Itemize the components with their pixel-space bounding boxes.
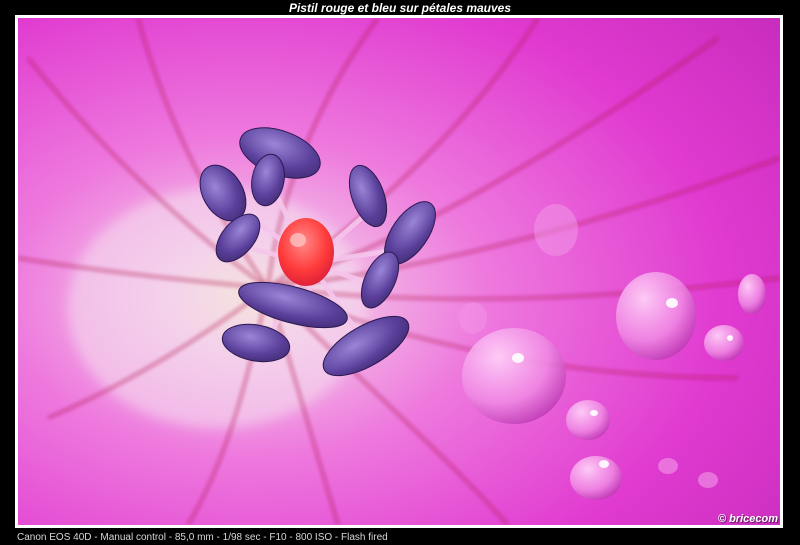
page-frame: Pistil rouge et bleu sur pétales mauves [0,0,800,545]
pistil [278,218,334,286]
exif-caption: Canon EOS 40D - Manual control - 85,0 mm… [17,532,388,543]
photo-title: Pistil rouge et bleu sur pétales mauves [288,1,512,15]
flower-macro-image [18,18,780,525]
flower-photo [18,18,780,525]
copyright-watermark: © bricecom [717,513,778,525]
